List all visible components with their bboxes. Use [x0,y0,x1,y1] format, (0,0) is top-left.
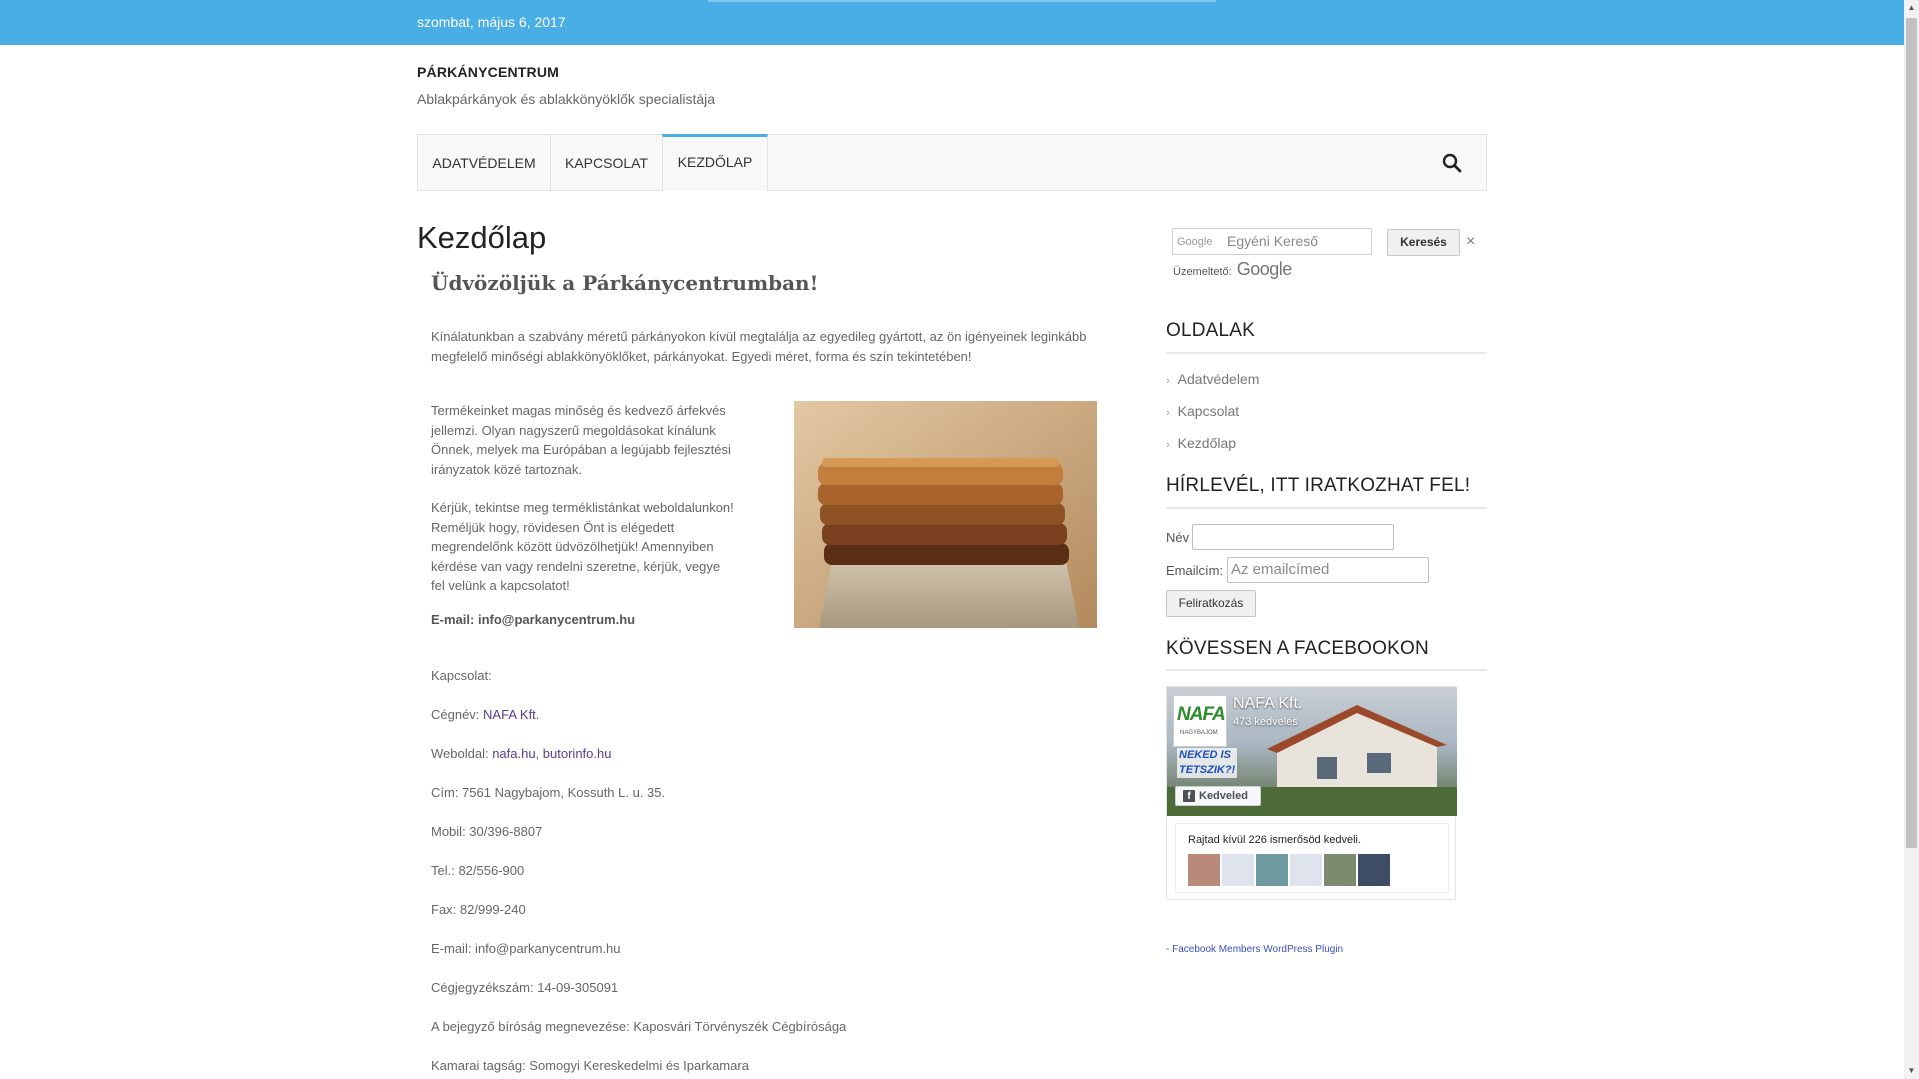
company-link[interactable]: NAFA Kft. [483,707,539,722]
chevron-right-icon: › [1166,439,1170,451]
chevron-right-icon: › [1166,407,1170,419]
sidebar-link-label: Kapcsolat [1177,403,1240,419]
nav-item-adatvedelem[interactable]: ADATVÉDELEM [418,135,551,190]
facebook-cover-photo[interactable]: NAFA NAGYBAJOM NAFA Kft. 473 kedvelés NE… [1167,687,1457,816]
name-label: Név [1166,530,1190,545]
facebook-page-name[interactable]: NAFA Kft. [1233,695,1302,713]
company-label: Cégnév: [431,707,484,722]
clear-search-icon[interactable]: × [1466,233,1475,251]
scroll-down-arrow-icon[interactable]: ▼ [1904,1063,1919,1079]
email-label: Emailcím: [1166,563,1224,578]
contact-court: A bejegyző bíróság megnevezése: Kaposvár… [431,1019,847,1034]
scrollbar-thumb[interactable] [1906,18,1917,848]
friends-like-text: Rajtad kívül 226 ismerősöd kedveli. [1188,834,1362,846]
welcome-heading: Üdvözöljük a Párkánycentrumban! [431,271,819,295]
avatar[interactable] [1324,854,1356,886]
facebook-f-icon: f [1183,790,1195,802]
facebook-like-count: 473 kedvelés [1233,716,1298,728]
avatar[interactable] [1222,854,1254,886]
subscribe-button[interactable]: Feliratkozás [1166,590,1256,617]
main-navigation: ADATVÉDELEM KAPCSOLAT KEZDŐLAP [417,134,1487,191]
like-button-label: Kedveled [1199,790,1248,802]
powered-label: Üzemeltető: [1173,266,1232,278]
nafa-logo-subtext: NAGYBAJOM [1180,730,1218,736]
google-search-input[interactable]: Google Egyéni Kereső [1172,228,1372,255]
contact-address: Cím: 7561 Nagybajom, Kossuth L. u. 35. [431,785,666,800]
sidebar-link-kezdolap[interactable]: › Kezdőlap [1166,435,1236,451]
contact-registration: Cégjegyzékszám: 14-09-305091 [431,980,619,995]
nav-item-kapcsolat[interactable]: KAPCSOLAT [551,135,663,190]
scroll-up-arrow-icon[interactable]: ▲ [1904,0,1919,16]
contact-chamber: Kamarai tagság: Somogyi Kereskedelmi és … [431,1058,749,1073]
facebook-plugin-link[interactable]: - Facebook Members WordPress Plugin [1166,944,1343,955]
avatar[interactable] [1188,854,1220,886]
google-search-button[interactable]: Keresés [1387,229,1460,256]
current-date: szombat, május 6, 2017 [417,14,566,30]
intro-paragraph: Kínálatunkban a szabvány méretű párkányo… [431,329,1087,364]
sidebar-link-label: Adatvédelem [1177,371,1260,387]
facebook-widget-title: KÖVESSEN A FACEBOOKON [1166,638,1429,659]
contact-tel: Tel.: 82/556-900 [431,863,525,878]
contact-company: Cégnév: NAFA Kft. [431,707,539,722]
pages-widget-title: OLDALAK [1166,320,1256,341]
avatar[interactable] [1358,854,1390,886]
search-placeholder: Egyéni Kereső [1227,233,1319,249]
facebook-promo-text: NEKED IS TETSZIK?! [1177,748,1238,778]
top-bar: szombat, május 6, 2017 [0,0,1904,45]
website-link-butorinfo[interactable]: butorinfo.hu [543,746,612,761]
sidebar-link-adatvedelem[interactable]: › Adatvédelem [1166,371,1259,387]
newsletter-widget-title: HÍRLEVÉL, ITT IRATKOZHAT FEL! [1166,475,1471,496]
facebook-like-button[interactable]: f Kedveled [1175,786,1261,806]
site-description: Ablakpárkányok és ablakkönyöklők special… [417,91,716,107]
avatar[interactable] [1256,854,1288,886]
pages-widget-divider [1166,352,1487,354]
facebook-friends-box: Rajtad kívül 226 ismerősöd kedveli. [1175,823,1449,893]
site-title[interactable]: PÁRKÁNYCENTRUM [417,64,559,80]
request-paragraph: Kérjük, tekintse meg terméklistánkat web… [431,500,734,593]
friend-avatars [1188,854,1390,886]
nafa-logo[interactable]: NAFA NAGYBAJOM [1173,695,1227,747]
google-powered-by: Üzemeltető: Google [1173,259,1292,280]
search-icon[interactable] [1442,153,1462,173]
contact-mobile: Mobil: 30/396-8807 [431,824,543,839]
contact-website: Weboldal: nafa.hu, butorinfo.hu [431,746,611,761]
contact-email: E-mail: info@parkanycentrum.hu [431,941,621,956]
avatar[interactable] [1290,854,1322,886]
facebook-widget-divider [1166,669,1487,671]
name-field[interactable] [1192,524,1394,550]
email-field[interactable]: Az emailcímed [1227,557,1429,583]
product-image-stacked-sills [794,401,1097,628]
email-highlight: E-mail: info@parkanycentrum.hu [431,612,636,627]
nav-item-kezdolap[interactable]: KEZDŐLAP [662,134,768,191]
promo-line-1: NEKED IS [1179,749,1231,761]
quality-paragraph: Termékeinket magas minőség és kedvező ár… [431,403,731,477]
google-logo: Google [1236,259,1293,279]
nafa-logo-text: NAFA [1177,704,1226,725]
google-watermark: Google [1177,236,1213,248]
website-separator: , [535,746,543,761]
page-title: Kezdőlap [417,220,547,255]
facebook-page-plugin: NAFA NAGYBAJOM NAFA Kft. 473 kedvelés NE… [1166,686,1457,900]
website-link-nafa[interactable]: nafa.hu [492,746,535,761]
sidebar-link-kapcsolat[interactable]: › Kapcsolat [1166,403,1239,419]
website-label: Weboldal: [431,746,493,761]
email-placeholder: Az emailcímed [1231,561,1330,578]
contact-fax: Fax: 82/999-240 [431,902,526,917]
promo-line-2: TETSZIK?! [1179,764,1236,776]
newsletter-widget-divider [1166,507,1487,509]
sidebar-link-label: Kezdőlap [1177,435,1237,451]
content-left-column: Termékeinket magas minőség és kedvező ár… [431,401,736,596]
chevron-right-icon: › [1166,375,1170,387]
contact-heading: Kapcsolat: [431,668,492,683]
scrollbar[interactable]: ▲ ▼ [1904,0,1919,1079]
top-bar-accent [708,0,1216,2]
